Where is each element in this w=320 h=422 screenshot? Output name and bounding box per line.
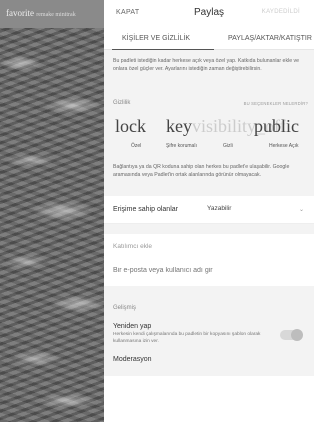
privacy-options-link[interactable]: BU SEÇENEKLER NELERDİR? bbox=[244, 101, 308, 106]
privacy-title: Gizlilik bbox=[113, 100, 131, 106]
privacy-section-header: Gizlilik BU SEÇENEKLER NELERDİR? bbox=[104, 92, 314, 114]
wall-title-text: favorite bbox=[6, 8, 34, 18]
tab-people-privacy[interactable]: KİŞİLER VE GİZLİLİK bbox=[122, 35, 190, 42]
remake-title: Yeniden yap bbox=[113, 323, 152, 330]
public-icon[interactable]: public bbox=[254, 116, 299, 137]
invite-input[interactable] bbox=[113, 267, 303, 274]
lock-icon[interactable]: lock bbox=[115, 116, 146, 137]
key-icon[interactable]: key bbox=[166, 116, 192, 137]
invite-title: Katılımcı ekle bbox=[113, 243, 153, 250]
moderation-setting: Moderasyon bbox=[104, 356, 314, 376]
privacy-option-private[interactable]: Özel bbox=[131, 143, 141, 149]
share-header: KAPAT Paylaş KAYDEDİLDİ bbox=[104, 0, 314, 28]
active-tab-indicator bbox=[112, 49, 214, 50]
saved-status: KAYDEDİLDİ bbox=[261, 9, 300, 15]
privacy-options: lock key visibility_off public Özel Şifr… bbox=[104, 114, 314, 156]
access-select[interactable]: Yazabilir bbox=[207, 205, 231, 212]
access-label: Erişime sahip olanlar bbox=[113, 206, 178, 213]
remake-description: Herkesin kendi çalışmalarında bu padleti… bbox=[113, 332, 261, 344]
tab-bar: KİŞİLER VE GİZLİLİK PAYLAŞ/AKTAR/KATIŞTI… bbox=[104, 28, 314, 50]
wall-subtitle-text: remake minitrak bbox=[36, 12, 76, 18]
share-panel: KAPAT Paylaş KAYDEDİLDİ KİŞİLER VE GİZLİ… bbox=[104, 0, 314, 422]
section-gap bbox=[104, 224, 314, 234]
remake-setting: Yeniden yap Herkesin kendi çalışmalarınd… bbox=[104, 318, 314, 356]
wall-background: favorite remake minitrak bbox=[0, 0, 104, 422]
toggle-knob bbox=[291, 329, 303, 341]
moderation-title: Moderasyon bbox=[113, 356, 152, 363]
remake-toggle[interactable] bbox=[280, 329, 303, 341]
wall-title: favorite remake minitrak bbox=[6, 8, 76, 18]
privacy-description: Bağlantıya ya da QR koduna sahip olan he… bbox=[104, 156, 314, 196]
intro-description: Bu padleti istediğin kadar herkese açık … bbox=[104, 50, 314, 92]
invite-section: Katılımcı ekle bbox=[104, 234, 314, 286]
section-gap bbox=[104, 286, 314, 296]
chevron-down-icon[interactable]: ⌄ bbox=[299, 206, 304, 213]
advanced-title: Gelişmiş bbox=[113, 305, 137, 311]
tab-share-export-embed[interactable]: PAYLAŞ/AKTAR/KATIŞTIR bbox=[228, 35, 312, 42]
advanced-section-header: Gelişmiş bbox=[104, 296, 314, 318]
privacy-option-secret[interactable]: Gizli bbox=[223, 143, 233, 149]
access-row: Erişime sahip olanlar Yazabilir ⌄ bbox=[104, 196, 314, 224]
privacy-option-public[interactable]: Herkese Açık bbox=[269, 143, 298, 149]
privacy-option-password[interactable]: Şifre korumalı bbox=[166, 143, 197, 149]
